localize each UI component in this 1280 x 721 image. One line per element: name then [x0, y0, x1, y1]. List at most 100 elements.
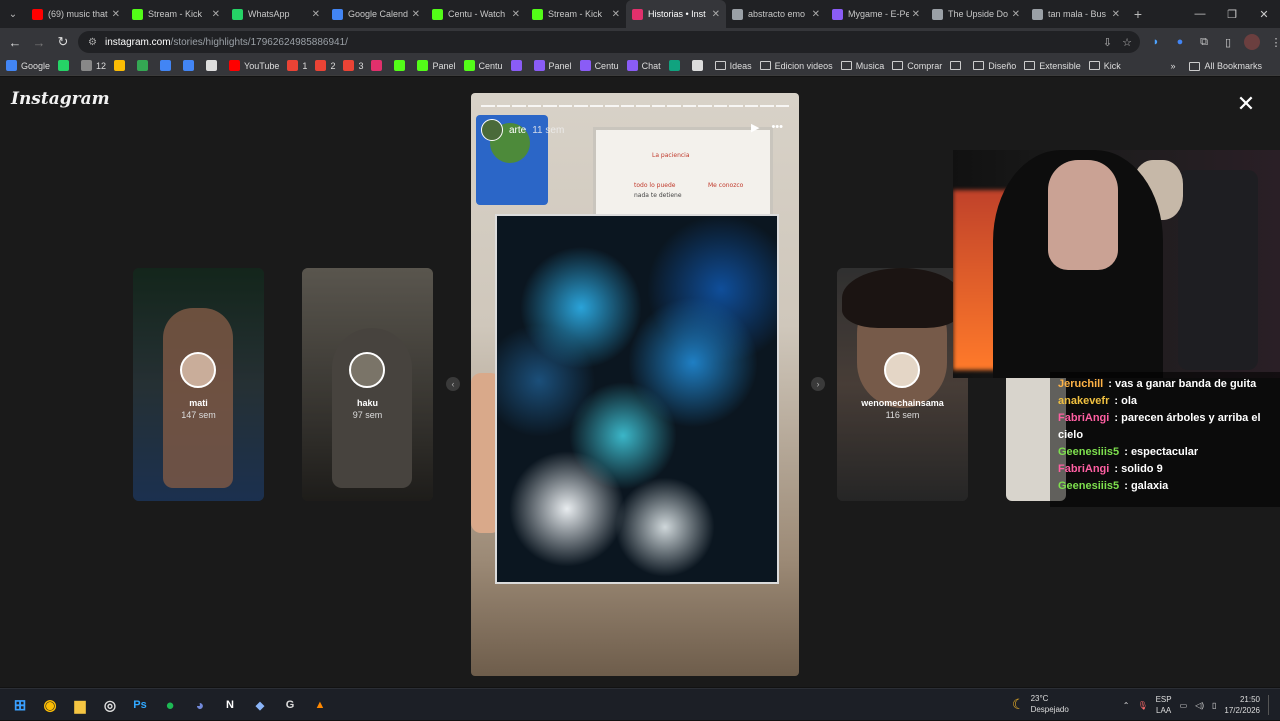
obs-icon[interactable]: ◎: [98, 692, 122, 718]
profile-avatar[interactable]: [1244, 34, 1260, 50]
language-indicator[interactable]: ESP LAA: [1156, 694, 1172, 716]
chrome-icon[interactable]: ◉: [38, 692, 62, 718]
instagram-logo[interactable]: Instagram: [11, 89, 110, 109]
tab-close-icon[interactable]: ✕: [412, 9, 420, 20]
volume-icon[interactable]: ◁): [1195, 701, 1204, 710]
spotify-icon[interactable]: ●: [158, 692, 182, 718]
play-icon[interactable]: ▶: [751, 121, 759, 134]
reload-icon[interactable]: ↻: [51, 30, 75, 54]
sidebar-toggle-icon[interactable]: ▯: [1220, 34, 1236, 50]
browser-tab[interactable]: abstracto emo ✕: [726, 0, 826, 28]
tab-search-button[interactable]: ⌄: [0, 0, 26, 28]
menu-kebab-icon[interactable]: ⋮: [1268, 34, 1280, 50]
bookmark-item[interactable]: Centu: [463, 60, 503, 71]
story-card-mati[interactable]: mati 147 sem: [133, 268, 264, 501]
bookmark-folder[interactable]: Kick: [1088, 61, 1121, 71]
bookmark-item[interactable]: Centu: [579, 60, 619, 71]
more-options-icon[interactable]: •••: [771, 121, 783, 134]
bookmark-item[interactable]: [510, 60, 526, 71]
bookmark-folder[interactable]: Comprar: [892, 61, 942, 71]
discord-icon[interactable]: ◕: [188, 692, 212, 718]
tab-close-icon[interactable]: ✕: [512, 9, 520, 20]
tab-close-icon[interactable]: ✕: [112, 9, 120, 20]
close-window-icon[interactable]: ✕: [1248, 0, 1280, 28]
tab-close-icon[interactable]: ✕: [812, 9, 820, 20]
bookmark-folder[interactable]: Diseño: [973, 61, 1016, 71]
bookmark-item[interactable]: YouTube: [229, 60, 279, 71]
bookmark-item[interactable]: [137, 60, 152, 71]
tab-close-icon[interactable]: ✕: [612, 9, 620, 20]
new-tab-button[interactable]: +: [1126, 6, 1150, 22]
browser-tab[interactable]: Stream - Kick ✕: [126, 0, 226, 28]
bookmark-item[interactable]: 2: [315, 60, 335, 71]
bookmark-item[interactable]: 12: [81, 60, 106, 71]
browser-tab[interactable]: Google Calend ✕: [326, 0, 426, 28]
tray-overflow-icon[interactable]: ⌃: [1123, 701, 1130, 710]
bookmark-item[interactable]: Panel: [417, 60, 456, 71]
bookmark-item[interactable]: 3: [343, 60, 363, 71]
tab-close-icon[interactable]: ✕: [312, 9, 320, 20]
bookmark-folder[interactable]: Musica: [840, 61, 884, 71]
bookmark-item[interactable]: [691, 60, 707, 71]
battery-icon[interactable]: ▯: [1212, 701, 1216, 710]
app-icon[interactable]: ◆: [248, 692, 272, 718]
bookmark-item[interactable]: [394, 60, 409, 71]
more-bookmarks-icon[interactable]: »: [1170, 61, 1175, 71]
bookmark-item[interactable]: [160, 60, 175, 71]
browser-tab[interactable]: Centu - Watch ✕: [426, 0, 526, 28]
restore-icon[interactable]: ❐: [1216, 0, 1248, 28]
bookmark-item[interactable]: [668, 60, 684, 71]
bookmark-item[interactable]: 1: [287, 60, 307, 71]
story-author-avatar[interactable]: [481, 119, 503, 141]
bookmark-star-icon[interactable]: ☆: [1122, 36, 1132, 49]
story-author-name[interactable]: arte: [509, 125, 526, 136]
forward-icon[interactable]: →: [27, 30, 51, 54]
bookmark-item[interactable]: [58, 60, 73, 71]
extensions-puzzle-icon[interactable]: ⧉: [1196, 34, 1212, 50]
browser-tab[interactable]: Mygame - E-Pe ✕: [826, 0, 926, 28]
bookmark-item[interactable]: [114, 60, 129, 71]
current-story[interactable]: La paciencia todo lo puede nada te detie…: [471, 93, 799, 676]
site-info-icon[interactable]: ⚙: [88, 37, 97, 48]
bookmark-item[interactable]: Google: [6, 60, 50, 71]
install-app-icon[interactable]: ⇩: [1103, 36, 1112, 49]
previous-story-chevron-icon[interactable]: ‹: [446, 377, 460, 391]
file-explorer-icon[interactable]: ▆: [68, 692, 92, 718]
windows-start-icon[interactable]: ⊞: [8, 692, 32, 718]
browser-tab[interactable]: Historias • Inst ✕: [626, 0, 726, 28]
all-bookmarks-button[interactable]: All Bookmarks: [1189, 61, 1262, 71]
browser-tab[interactable]: Stream - Kick ✕: [526, 0, 626, 28]
extension-icon[interactable]: ●: [1172, 34, 1188, 50]
bookmark-item[interactable]: [371, 60, 386, 71]
tab-close-icon[interactable]: ✕: [212, 9, 220, 20]
bookmark-folder[interactable]: Ideas: [714, 61, 752, 71]
tab-close-icon[interactable]: ✕: [1012, 9, 1020, 20]
bookmark-item[interactable]: [183, 60, 198, 71]
next-story-chevron-icon[interactable]: ›: [811, 377, 825, 391]
minimize-icon[interactable]: —: [1184, 0, 1216, 28]
network-icon[interactable]: ▭: [1180, 701, 1188, 710]
browser-tab[interactable]: WhatsApp ✕: [226, 0, 326, 28]
story-card-wenomechainsama[interactable]: wenomechainsama 116 sem: [837, 268, 968, 501]
bookmark-item[interactable]: Panel: [533, 60, 572, 71]
app-icon[interactable]: G: [278, 692, 302, 718]
photoshop-icon[interactable]: Ps: [128, 692, 152, 718]
browser-tab[interactable]: tan mala - Bus ✕: [1026, 0, 1126, 28]
story-card-haku[interactable]: haku 97 sem: [302, 268, 433, 501]
tab-close-icon[interactable]: ✕: [712, 9, 720, 20]
browser-tab[interactable]: The Upside Do ✕: [926, 0, 1026, 28]
bookmark-folder[interactable]: Edicion videos: [759, 61, 833, 71]
weather-widget[interactable]: ☾ 23°C Despejado: [1012, 693, 1069, 715]
tab-close-icon[interactable]: ✕: [912, 9, 920, 20]
tab-close-icon[interactable]: ✕: [1112, 9, 1120, 20]
close-stories-icon[interactable]: ✕: [1236, 93, 1256, 115]
bookmark-item[interactable]: Chat: [626, 60, 661, 71]
back-icon[interactable]: ←: [3, 30, 27, 54]
microphone-icon[interactable]: 🎙: [1137, 701, 1147, 710]
browser-tab[interactable]: (69) music that ✕: [26, 0, 126, 28]
clock[interactable]: 21:50 17/2/2026: [1224, 694, 1260, 716]
bookmark-item[interactable]: [206, 60, 221, 71]
vlc-icon[interactable]: ▲: [308, 692, 332, 718]
address-bar[interactable]: ⚙ instagram.com/stories/highlights/17962…: [78, 31, 1140, 53]
bookmark-folder[interactable]: [950, 61, 965, 70]
